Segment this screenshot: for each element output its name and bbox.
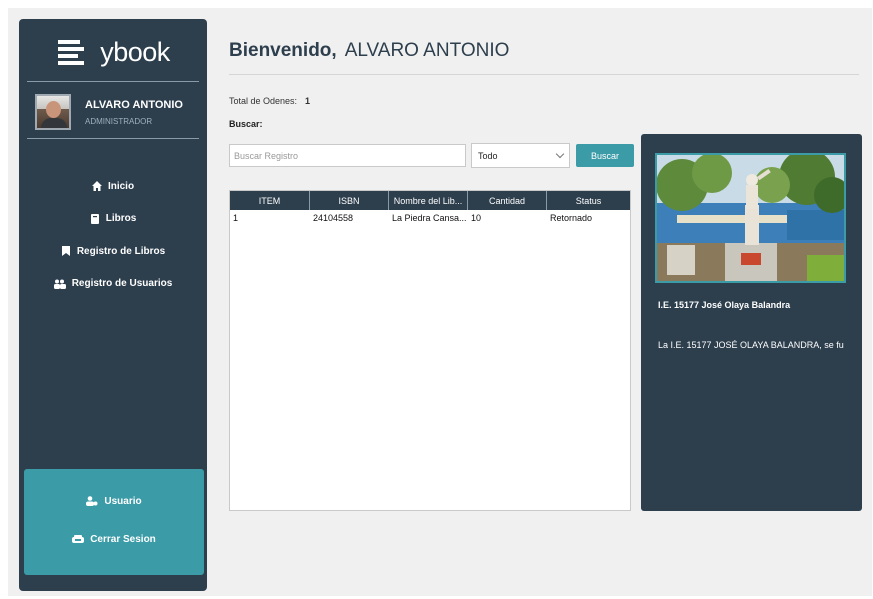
sidebar-item-label: Inicio (107, 180, 135, 192)
logout-button[interactable]: Cerrar Sesion (24, 529, 204, 549)
cell-item: 1 (233, 213, 239, 223)
cell-isbn: 24104558 (313, 213, 354, 223)
user-profile: ALVARO ANTONIO ADMINISTRADOR (35, 92, 195, 132)
sidebar: ybook ALVARO ANTONIO ADMINISTRADOR Inici… (19, 19, 207, 591)
card-description: La I.E. 15177 JOSÉ OLAYA BALANDRA, se fu (658, 340, 844, 350)
search-input[interactable] (229, 144, 466, 167)
sidebar-item-label: Registro de Libros (76, 245, 166, 257)
users-icon (53, 279, 66, 289)
sidebar-item-libros[interactable]: Libros (19, 203, 207, 236)
table-header: ITEM ISBN Nombre del Lib... Cantidad Sta… (230, 191, 630, 210)
school-photo (655, 153, 846, 283)
profile-name: ALVARO ANTONIO (85, 98, 183, 111)
greeting: Bienvenido, (229, 40, 337, 61)
logout-label: Cerrar Sesion (90, 533, 156, 545)
sidebar-item-registro-libros[interactable]: Registro de Libros (19, 235, 207, 268)
app-window: ybook ALVARO ANTONIO ADMINISTRADOR Inici… (8, 8, 872, 596)
brand-logo: ybook (19, 34, 207, 70)
menu-logo-icon (58, 40, 85, 65)
total-label: Total de Odenes: (229, 96, 298, 106)
brand-name: ybook (100, 36, 170, 67)
sidebar-nav: Inicio Libros Registro de Libros Registr… (19, 170, 207, 300)
filter-select[interactable]: Todo (471, 143, 570, 168)
divider (27, 81, 199, 82)
column-header-cantidad[interactable]: Cantidad (468, 191, 547, 210)
sidebar-item-inicio[interactable]: Inicio (19, 170, 207, 203)
sidebar-item-label: Registro de Usuarios (71, 278, 173, 290)
profile-role: ADMINISTRADOR (85, 116, 153, 126)
card-title: I.E. 15177 José Olaya Balandra (658, 300, 791, 310)
school-statue-image (657, 155, 844, 281)
total-value: 1 (305, 96, 311, 106)
page-title: Bienvenido, ALVARO ANTONIO (229, 40, 509, 62)
user-cog-icon (86, 496, 98, 506)
column-header-isbn[interactable]: ISBN (310, 191, 389, 210)
cell-cantidad: 10 (471, 213, 482, 223)
logout-icon (72, 535, 85, 543)
column-header-nombre[interactable]: Nombre del Lib... (389, 191, 468, 210)
records-table: ITEM ISBN Nombre del Lib... Cantidad Sta… (229, 190, 631, 511)
cell-status: Retornado (550, 213, 593, 223)
column-header-status[interactable]: Status (547, 191, 630, 210)
avatar (35, 94, 71, 130)
sidebar-item-label: Libros (105, 213, 137, 225)
filter-selected-value: Todo (478, 150, 498, 161)
sidebar-item-registro-usuarios[interactable]: Registro de Usuarios (19, 268, 207, 301)
table-row[interactable]: 1 24104558 La Piedra Cansa... 10 Retorna… (230, 210, 630, 226)
column-header-item[interactable]: ITEM (230, 191, 310, 210)
search-label: Buscar: (229, 119, 263, 129)
divider (229, 74, 859, 75)
home-icon (91, 181, 102, 192)
bottom-panel: Usuario Cerrar Sesion (24, 469, 204, 575)
school-info-card: I.E. 15177 José Olaya Balandra La I.E. 1… (641, 134, 862, 511)
divider (27, 138, 199, 139)
total-orders: Total de Odenes: 1 (229, 96, 310, 106)
bookmark-icon (61, 246, 70, 257)
search-button[interactable]: Buscar (576, 144, 634, 167)
greeting-user: ALVARO ANTONIO (344, 40, 510, 61)
book-icon (90, 213, 99, 224)
usuario-label: Usuario (104, 495, 142, 507)
cell-nombre: La Piedra Cansa... (392, 213, 467, 223)
chevron-down-icon (555, 149, 565, 159)
usuario-button[interactable]: Usuario (24, 491, 204, 511)
